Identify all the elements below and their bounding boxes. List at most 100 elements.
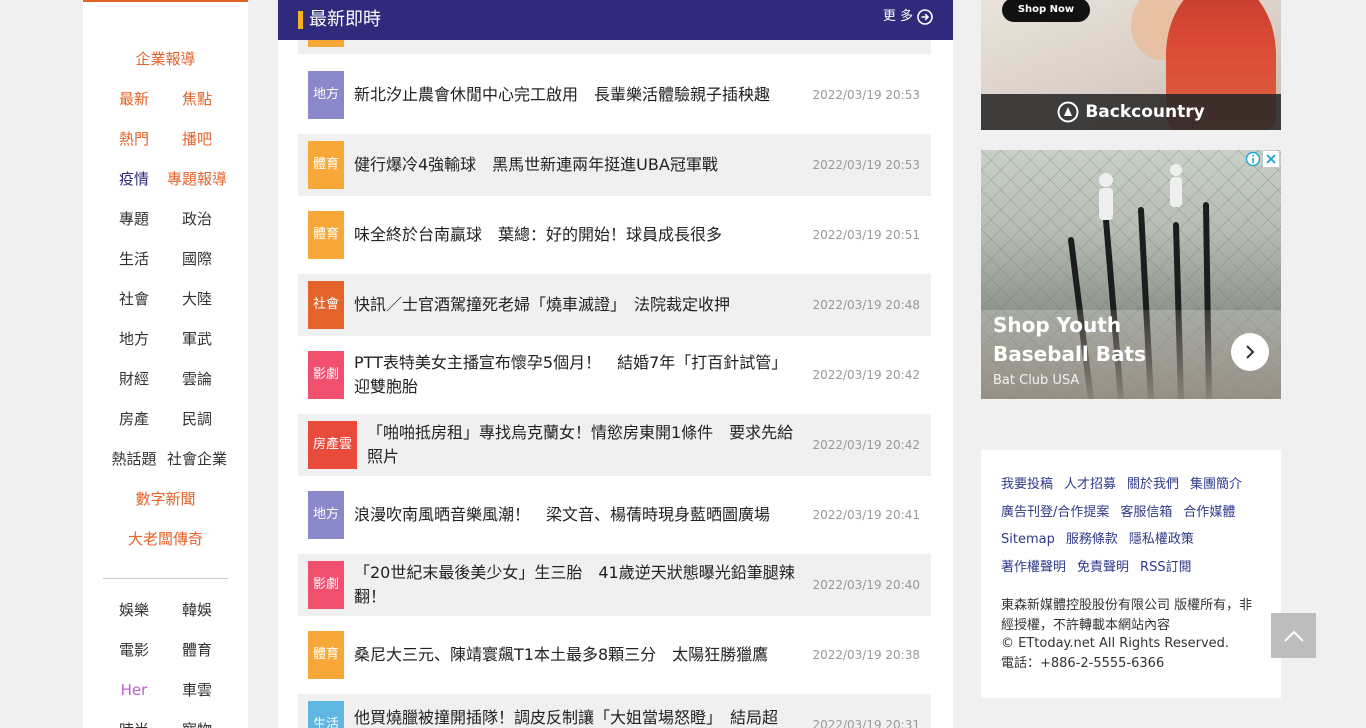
- ad-next-button[interactable]: [1231, 333, 1269, 371]
- news-title[interactable]: 健行爆冷4強輸球 黑馬世新連兩年挺進UBA冠軍戰: [354, 134, 799, 196]
- news-time: 2022/03/19 20:51: [812, 228, 920, 242]
- sidebar-item-military[interactable]: 軍武: [156, 327, 238, 351]
- sidebar-row: 地方 軍武: [83, 327, 248, 351]
- footer-link-disclaimer[interactable]: 免責聲明: [1077, 558, 1129, 578]
- news-time: 2022/03/19 20:42: [812, 368, 920, 382]
- news-title[interactable]: 「20世紀末最後美少女」生三胎 41歲逆天狀態曝光鉛筆腿辣翻！: [354, 554, 799, 616]
- sidebar-item-politics[interactable]: 政治: [156, 207, 238, 231]
- back-to-top-button[interactable]: [1271, 613, 1316, 658]
- news-title[interactable]: 桑尼大三元、陳靖寰飆T1本土最多8顆三分 太陽狂勝獵鷹: [354, 624, 799, 686]
- news-item[interactable]: 地方 新北汐止農會休閒中心完工啟用 長輩樂活體驗親子插秧趣 2022/03/19…: [298, 64, 931, 126]
- ad-choices[interactable]: [1245, 151, 1279, 167]
- phone-text: 電話：+886-2-5555-6366: [1001, 656, 1165, 671]
- sidebar-row: 房產 民調: [83, 407, 248, 431]
- sidebar-row: 社會 大陸: [83, 287, 248, 311]
- ad-headline[interactable]: Shop Youth Baseball Bats: [993, 311, 1213, 369]
- sidebar-item-cars[interactable]: 車雲: [156, 678, 238, 702]
- sidebar-item-social-enterprise[interactable]: 社會企業: [156, 447, 238, 471]
- news-item[interactable]: 社會 快訊／士官酒駕撞死老婦「燒車滅證」 法院裁定收押 2022/03/19 2…: [298, 274, 931, 336]
- sidebar-item-focus[interactable]: 焦點: [156, 87, 238, 111]
- ad-advertiser: Bat Club USA: [993, 373, 1080, 388]
- ad-info-icon[interactable]: [1245, 151, 1261, 167]
- footer-link-copyright[interactable]: 著作權聲明: [1001, 558, 1066, 578]
- sidebar-item-company-report[interactable]: 企業報導: [83, 47, 248, 71]
- sidebar-row: 電影 體育: [83, 638, 248, 662]
- news-item[interactable]: 生活 他買燒臘被撞開插隊！調皮反制讓「大姐當場怒瞪」 結局超 2022/03/1…: [298, 694, 931, 728]
- footer-link-partners[interactable]: 合作媒體: [1183, 503, 1235, 523]
- footer-link-rss[interactable]: RSS訂閱: [1140, 558, 1192, 578]
- category-tag: 地方: [308, 491, 344, 539]
- news-item[interactable]: 體育 健行爆冷4強輸球 黑馬世新連兩年挺進UBA冠軍戰 2022/03/19 2…: [298, 134, 931, 196]
- sidebar-item-sports[interactable]: 體育: [156, 638, 238, 662]
- category-tag: 影劇: [308, 351, 344, 399]
- category-tag: 體育: [308, 211, 344, 259]
- sidebar-item-mainland[interactable]: 大陸: [156, 287, 238, 311]
- sidebar-row: 最新 焦點: [83, 87, 248, 111]
- footer-link-advertising[interactable]: 廣告刊登/合作提案: [1001, 503, 1109, 523]
- footer-link-row: Sitemap 服務條款 隱私權政策: [1001, 530, 1194, 550]
- category-tag: 生活: [308, 701, 344, 728]
- footer-link-terms[interactable]: 服務條款: [1066, 530, 1118, 550]
- news-item[interactable]: 影劇 PTT表特美女主播宣布懷孕5個月！ 結婚7年「打百針試管」迎雙胞胎 202…: [298, 344, 931, 406]
- sidebar-item-special-report[interactable]: 專題報導: [156, 167, 238, 191]
- footer-link-group-intro[interactable]: 集團簡介: [1190, 475, 1242, 495]
- sidebar-item-poll[interactable]: 民調: [156, 407, 238, 431]
- site-footer-links: 我要投稿 人才招募 關於我們 集團簡介 廣告刊登/合作提案 客服信箱 合作媒體 …: [981, 450, 1281, 698]
- sidebar-row: 疫情 專題報導: [83, 167, 248, 191]
- footer-link-about[interactable]: 關於我們: [1127, 475, 1179, 495]
- news-item[interactable]: 體育 桑尼大三元、陳靖寰飆T1本土最多8顆三分 太陽狂勝獵鷹 2022/03/1…: [298, 624, 931, 686]
- baseball-bats-ad[interactable]: Shop Youth Baseball Bats Bat Club USA: [981, 150, 1281, 399]
- news-item[interactable]: 房產雲 「啪啪抵房租」專找烏克蘭女！情慾房東開1條件 要求先給照片 2022/0…: [298, 414, 931, 476]
- sidebar-row: 企業報導: [83, 47, 248, 71]
- chevron-up-icon: [1283, 630, 1304, 642]
- news-item[interactable]: 影劇 「20世紀末最後美少女」生三胎 41歲逆天狀態曝光鉛筆腿辣翻！ 2022/…: [298, 554, 931, 616]
- header-accent-bar: [298, 11, 303, 29]
- sidebar-row: 大老闆傳奇: [83, 527, 248, 551]
- sidebar-item-boss-legend[interactable]: 大老闆傳奇: [83, 527, 248, 551]
- footer-link-privacy[interactable]: 隱私權政策: [1129, 530, 1194, 550]
- category-tag: 房產雲: [308, 421, 357, 469]
- news-title[interactable]: 新北汐止農會休閒中心完工啟用 長輩樂活體驗親子插秧趣: [354, 64, 799, 126]
- section-title: 最新即時: [309, 9, 381, 30]
- sidebar-item-digital-news[interactable]: 數字新聞: [83, 487, 248, 511]
- news-title[interactable]: PTT表特美女主播宣布懷孕5個月！ 結婚7年「打百針試管」迎雙胞胎: [354, 344, 799, 406]
- news-time: 2022/03/19 20:31: [812, 718, 920, 728]
- backcountry-ad[interactable]: Shop Now Backcountry: [981, 0, 1281, 130]
- more-link[interactable]: 更 多: [883, 6, 933, 28]
- latest-news-panel: 最新即時 更 多 地方 新北汐止農會休閒中心完工啟用 長輩樂活體驗親子插秧趣 2…: [278, 0, 953, 728]
- rights-text: © ETtoday.net All Rights Reserved.: [1001, 636, 1230, 651]
- news-title[interactable]: 味全終於台南贏球 葉總：好的開始！球員成長很多: [354, 204, 799, 266]
- sidebar-row: 生活 國際: [83, 247, 248, 271]
- sidebar-divider: [103, 578, 228, 579]
- news-item[interactable]: 地方 浪漫吹南風晒音樂風潮！ 梁文音、楊蒨時現身藍晒圖廣場 2022/03/19…: [298, 484, 931, 546]
- ad-brand-name: Backcountry: [1085, 102, 1205, 122]
- sidebar-item-opinion[interactable]: 雲論: [156, 367, 238, 391]
- sidebar-item-international[interactable]: 國際: [156, 247, 238, 271]
- category-tag: 地方: [308, 71, 344, 119]
- news-title[interactable]: 「啪啪抵房租」專找烏克蘭女！情慾房東開1條件 要求先給照片: [367, 414, 799, 476]
- left-sidebar-nav: 企業報導 最新 焦點 熱門 播吧 疫情 專題報導 專題 政治 生活 國際 社會 …: [83, 0, 248, 728]
- news-item[interactable]: 體育 味全終於台南贏球 葉總：好的開始！球員成長很多 2022/03/19 20…: [298, 204, 931, 266]
- news-time: 2022/03/19 20:48: [812, 298, 920, 312]
- footer-link-row: 著作權聲明 免責聲明 RSS訂閱: [1001, 558, 1192, 578]
- sidebar-item-korean-ent[interactable]: 韓娛: [156, 598, 238, 622]
- footer-link-careers[interactable]: 人才招募: [1064, 475, 1116, 495]
- backcountry-logo-icon: [1057, 101, 1079, 123]
- sidebar-item-pets[interactable]: 寵物: [156, 718, 238, 728]
- footer-link-sitemap[interactable]: Sitemap: [1001, 530, 1055, 550]
- news-time: 2022/03/19 20:42: [812, 438, 920, 452]
- shop-now-button[interactable]: Shop Now: [1002, 0, 1090, 22]
- sidebar-row: 熱門 播吧: [83, 127, 248, 151]
- news-title[interactable]: 他買燒臘被撞開插隊！調皮反制讓「大姐當場怒瞪」 結局超: [354, 694, 799, 728]
- footer-link-support-email[interactable]: 客服信箱: [1120, 503, 1172, 523]
- footer-link-submit[interactable]: 我要投稿: [1001, 475, 1053, 495]
- news-time: 2022/03/19 20:53: [812, 158, 920, 172]
- copyright-text: 東森新媒體控股股份有限公司 版權所有，非經授權，不許轉載本網站內容: [1001, 598, 1253, 633]
- ad-brand-bar: Backcountry: [981, 94, 1281, 130]
- news-title[interactable]: 快訊／士官酒駕撞死老婦「燒車滅證」 法院裁定收押: [354, 274, 799, 336]
- close-icon[interactable]: [1263, 151, 1279, 167]
- sidebar-item-broadcast[interactable]: 播吧: [156, 127, 238, 151]
- sidebar-row: 專題 政治: [83, 207, 248, 231]
- news-time: 2022/03/19 20:41: [812, 508, 920, 522]
- news-title[interactable]: 浪漫吹南風晒音樂風潮！ 梁文音、楊蒨時現身藍晒圖廣場: [354, 484, 799, 546]
